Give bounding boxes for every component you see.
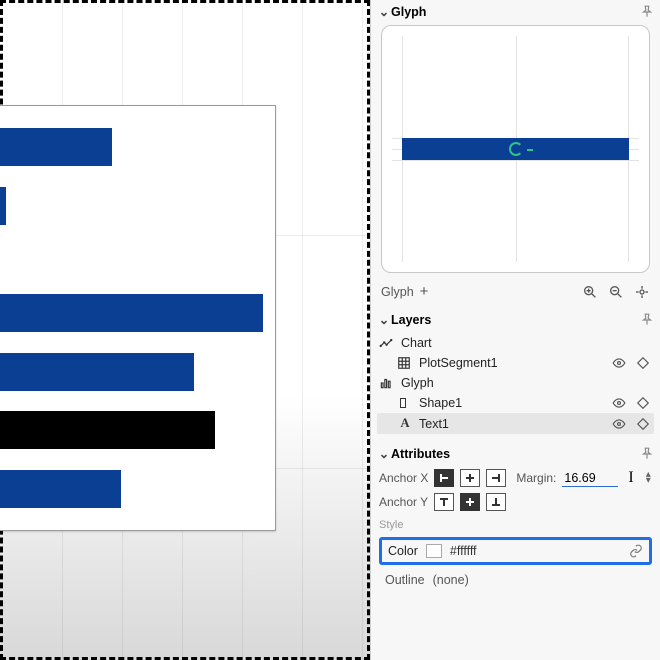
chart-bar[interactable] — [0, 353, 194, 391]
layer-row-chart[interactable]: Chart — [377, 333, 654, 353]
color-row-highlight: Color #ffffff — [379, 537, 652, 565]
anchor-x-center-button[interactable] — [460, 469, 480, 487]
layers-tree: Chart PlotSegment1 Glyph Shape1 A Text1 — [371, 331, 660, 442]
plotsegment-icon — [397, 356, 413, 370]
layer-label: Chart — [401, 336, 432, 350]
layer-label: Glyph — [401, 376, 434, 390]
chart-bar[interactable] — [0, 294, 263, 332]
anchor-x-label: Anchor X — [379, 471, 428, 485]
chart-bar[interactable] — [0, 187, 6, 225]
pin-icon[interactable] — [640, 447, 654, 461]
anchor-y-middle-button[interactable] — [460, 493, 480, 511]
outline-label: Outline — [385, 573, 425, 587]
layer-label: Shape1 — [419, 396, 462, 410]
pin-icon[interactable] — [640, 5, 654, 19]
section-header-glyph[interactable]: ⌄ Glyph — [371, 0, 660, 23]
section-title: Layers — [391, 313, 431, 327]
zoom-out-icon[interactable] — [608, 284, 624, 300]
pin-icon[interactable] — [640, 313, 654, 327]
layer-row-shape[interactable]: Shape1 — [377, 393, 654, 413]
glyph-footer-label: Glyph — [381, 285, 414, 299]
canvas-area[interactable] — [0, 0, 370, 660]
color-swatch[interactable] — [426, 544, 442, 558]
anchor-y-bottom-button[interactable] — [486, 493, 506, 511]
zoom-in-icon[interactable] — [582, 284, 598, 300]
text-cursor-icon: I — [628, 469, 633, 487]
glyph-icon — [379, 376, 395, 390]
chart-plot[interactable] — [0, 105, 276, 531]
chevron-down-icon: ⌄ — [377, 4, 391, 19]
bind-data-icon[interactable] — [629, 544, 643, 558]
chevron-down-icon: ⌄ — [377, 312, 391, 327]
chart-bar[interactable] — [0, 128, 112, 166]
section-header-layers[interactable]: ⌄ Layers — [371, 308, 660, 331]
glyph-footer: Glyph + — [371, 279, 660, 308]
anchor-x-row: Anchor X Margin: I ▴▾ — [379, 469, 652, 487]
style-section-label: Style — [379, 519, 652, 531]
add-glyph-button[interactable]: + — [420, 283, 429, 300]
shape-icon — [397, 396, 413, 410]
color-label: Color — [388, 544, 418, 558]
outline-value[interactable]: (none) — [433, 573, 469, 587]
anchor-y-row: Anchor Y — [379, 493, 652, 511]
anchor-x-left-button[interactable] — [434, 469, 454, 487]
text-icon: A — [397, 416, 413, 431]
layer-row-plotsegment[interactable]: PlotSegment1 — [377, 353, 654, 373]
visibility-toggle-icon[interactable] — [610, 396, 628, 410]
layer-row-glyph[interactable]: Glyph — [377, 373, 654, 393]
anchor-y-label: Anchor Y — [379, 495, 428, 509]
chart-icon — [379, 336, 395, 350]
glyph-anchor-marker[interactable] — [509, 142, 523, 156]
chart-bar-selected[interactable] — [0, 411, 215, 449]
margin-label: Margin: — [516, 471, 556, 485]
chevron-down-icon: ⌄ — [377, 446, 391, 461]
fit-view-icon[interactable] — [634, 284, 650, 300]
erase-icon[interactable] — [634, 396, 652, 410]
layer-row-text[interactable]: A Text1 — [377, 413, 654, 434]
erase-icon[interactable] — [634, 356, 652, 370]
section-title: Glyph — [391, 5, 426, 19]
glyph-preview[interactable] — [381, 25, 650, 273]
margin-stepper[interactable]: ▴▾ — [646, 472, 651, 484]
anchor-y-top-button[interactable] — [434, 493, 454, 511]
outline-row: Outline (none) — [379, 571, 652, 589]
section-title: Attributes — [391, 447, 450, 461]
erase-icon[interactable] — [634, 417, 652, 431]
color-value[interactable]: #ffffff — [450, 544, 477, 558]
side-panel: ⌄ Glyph Glyph + ⌄ Layers — [370, 0, 660, 660]
visibility-toggle-icon[interactable] — [610, 356, 628, 370]
attributes-panel: Anchor X Margin: I ▴▾ Anchor Y Style Col… — [371, 465, 660, 601]
visibility-toggle-icon[interactable] — [610, 417, 628, 431]
section-header-attributes[interactable]: ⌄ Attributes — [371, 442, 660, 465]
chart-bar[interactable] — [0, 470, 121, 508]
layer-label: PlotSegment1 — [419, 356, 498, 370]
layer-label: Text1 — [419, 417, 449, 431]
anchor-x-right-button[interactable] — [486, 469, 506, 487]
margin-input[interactable] — [562, 470, 618, 487]
